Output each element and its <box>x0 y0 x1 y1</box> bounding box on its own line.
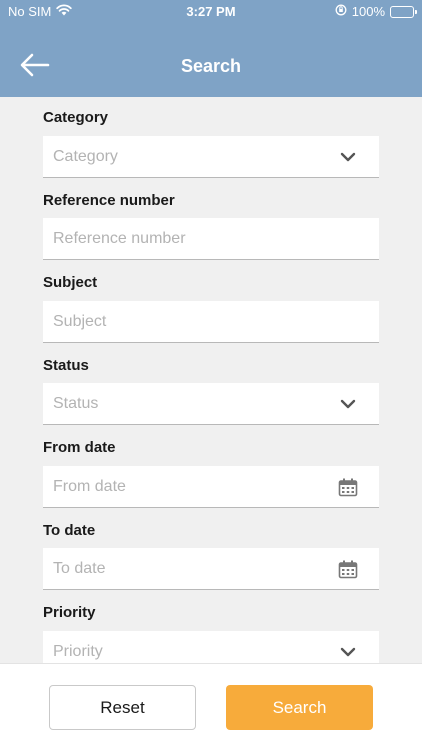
to-date-label: To date <box>43 522 96 539</box>
from-date-input[interactable]: From date <box>43 466 379 508</box>
subject-input[interactable]: Subject <box>43 301 379 343</box>
reference-number-placeholder: Reference number <box>53 229 186 247</box>
priority-placeholder: Priority <box>53 642 103 660</box>
from-date-label: From date <box>43 439 116 456</box>
subject-label: Subject <box>43 274 98 291</box>
search-form: Category Category Reference number Refer… <box>0 97 422 663</box>
nav-bar: Search <box>0 24 422 97</box>
category-label: Category <box>43 109 109 126</box>
page-title: Search <box>180 56 242 76</box>
to-date-placeholder: To date <box>53 559 106 577</box>
status-right: 100% <box>335 4 417 19</box>
priority-dropdown[interactable]: Priority <box>43 631 379 663</box>
chevron-down-icon <box>337 642 359 662</box>
subject-placeholder: Subject <box>53 312 107 330</box>
calendar-icon[interactable] <box>337 477 359 497</box>
reference-number-input[interactable]: Reference number <box>43 218 379 260</box>
priority-label: Priority <box>43 604 96 621</box>
search-button[interactable]: Search <box>226 685 373 730</box>
calendar-icon[interactable] <box>337 559 359 579</box>
category-dropdown[interactable]: Category <box>43 136 379 178</box>
reset-button[interactable]: Reset <box>49 685 196 730</box>
orientation-lock-icon <box>335 4 347 19</box>
status-label: Status <box>43 357 89 374</box>
chevron-down-icon <box>337 394 359 414</box>
battery-percent: 100% <box>351 4 385 19</box>
status-dropdown[interactable]: Status <box>43 383 379 425</box>
status-placeholder: Status <box>53 394 99 412</box>
to-date-input[interactable]: To date <box>43 548 379 590</box>
category-placeholder: Category <box>53 147 118 165</box>
from-date-placeholder: From date <box>53 477 126 495</box>
battery-charging-icon <box>390 5 417 18</box>
chevron-down-icon <box>337 147 359 167</box>
footer-actions: Reset Search <box>0 663 422 750</box>
reference-number-label: Reference number <box>43 192 175 209</box>
status-bar: No SIM 3:27 PM 100% <box>0 0 422 24</box>
